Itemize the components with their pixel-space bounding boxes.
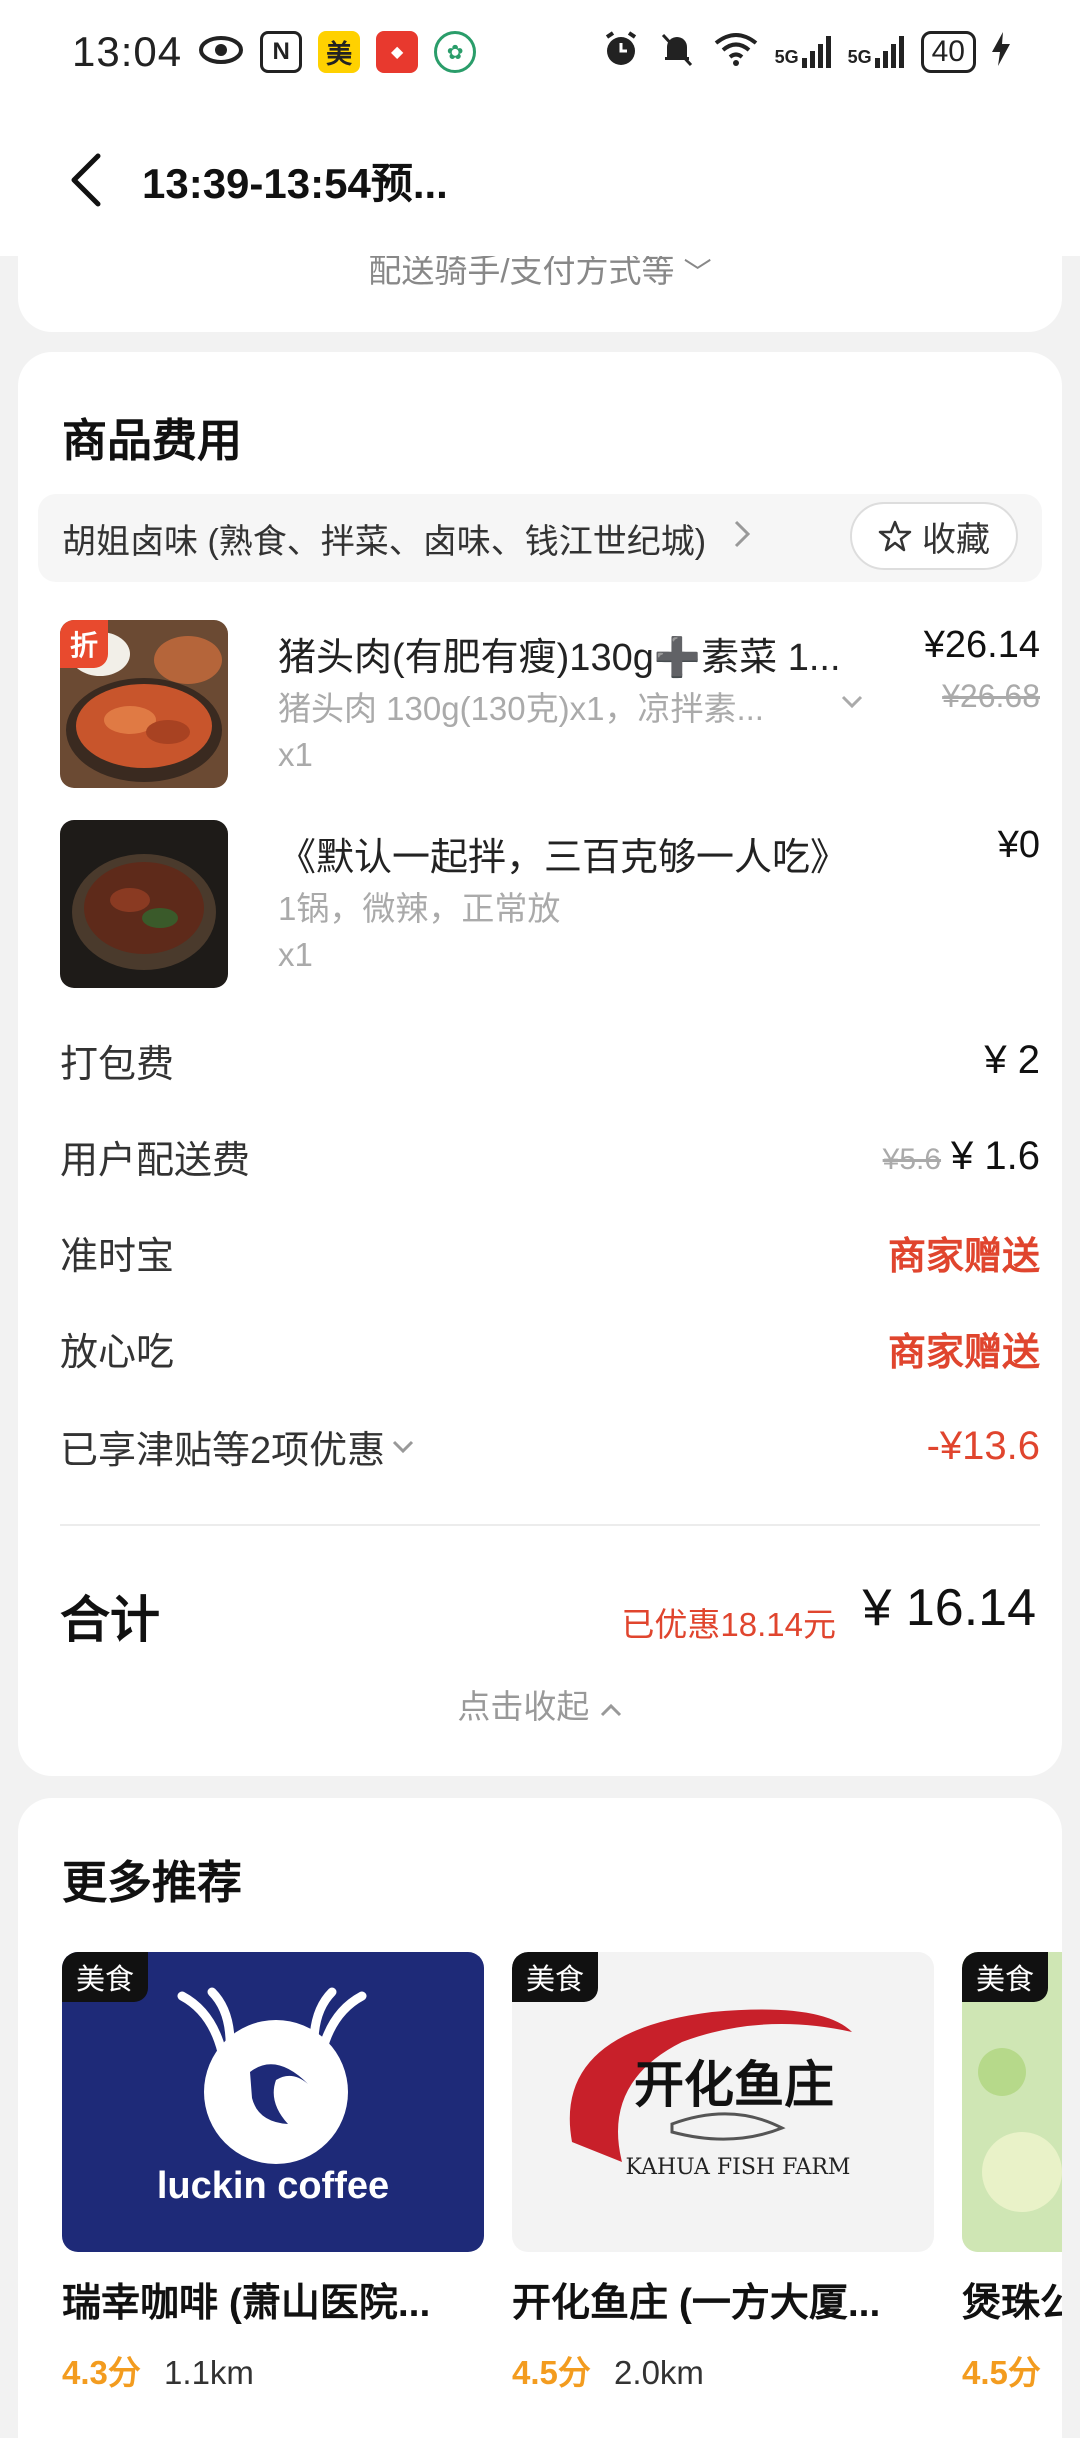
store-rating: 4.3分 (62, 2354, 141, 2391)
fish-farm-logo-subtext: KAHUA FISH FARM (626, 2155, 851, 2180)
packing-fee-label: 打包费 (60, 1043, 175, 1086)
store-rating: 4.5分 (962, 2354, 1041, 2391)
total-saved: 已优惠18.14元 (621, 1606, 836, 1643)
ontime-label: 准时宝 (60, 1235, 175, 1278)
collapse-label: 点击收起 (457, 1688, 590, 1725)
store-image: 美食 (962, 1952, 1062, 2252)
ontime-row: 准时宝 商家赠送 (60, 1222, 1040, 1282)
item-name: 《默认一起拌，三百克够一人吃》 (278, 837, 849, 879)
discount-value: -¥13.6 (926, 1423, 1040, 1468)
item-original-price: ¥26.68 (942, 678, 1040, 714)
total-value: ¥ 16.14 (862, 1579, 1037, 1637)
item-price: ¥0 (997, 824, 1040, 866)
store-name: 瑞幸咖啡 (萧山医院... (62, 2282, 431, 2325)
wifi-icon (713, 31, 759, 74)
shop-name: 胡姐卤味 (熟食、拌菜、卤味、钱江世纪城) (62, 522, 707, 561)
item-quantity: x1 (278, 736, 313, 773)
alarm-icon (601, 29, 641, 76)
store-rating: 4.5分 (512, 2354, 591, 2391)
store-meta: 4.5分 (962, 2346, 1062, 2394)
rider-payment-label: 配送骑手/支付方式等 (368, 252, 675, 289)
luckin-logo-text: luckin coffee (157, 2165, 389, 2207)
item-quantity: x1 (278, 936, 313, 973)
store-card[interactable]: 开化鱼庄 KAHUA FISH FARM 美食 开化鱼庄 (一方大厦... 4.… (512, 1952, 934, 2412)
store-meta: 4.5分 2.0km (512, 2346, 934, 2394)
delivery-fee-label: 用户配送费 (60, 1139, 251, 1182)
chevron-down-icon (391, 1429, 415, 1463)
section-title: 更多推荐 (62, 1857, 243, 1908)
delivery-fee-value: ¥ 1.6 (951, 1133, 1040, 1178)
meituan-icon: 美 (318, 31, 361, 73)
safe-eat-row: 放心吃 商家赠送 (60, 1318, 1040, 1378)
item-thumbnail (60, 820, 228, 988)
collapse-button[interactable]: 点击收起 (18, 1680, 1062, 1728)
page-title: 13:39-13:54预... (142, 159, 448, 207)
mute-icon (657, 29, 697, 76)
chevron-up-icon (599, 1688, 623, 1725)
food-tag: 美食 (62, 1952, 149, 2002)
shop-bar[interactable]: 胡姐卤味 (熟食、拌菜、卤味、钱江世纪城) 收藏 (38, 494, 1042, 582)
store-image: 开化鱼庄 KAHUA FISH FARM 美食 (512, 1952, 934, 2252)
discount-row[interactable]: 已享津贴等2项优惠 -¥13.6 (60, 1416, 1040, 1476)
food-tag: 美食 (512, 1952, 599, 2002)
favorite-label: 收藏 (922, 520, 990, 559)
item-price: ¥26.14 (923, 624, 1040, 666)
delivery-fee-original: ¥5.6 (882, 1142, 942, 1176)
news-icon: ◆ (376, 31, 419, 73)
fish-farm-logo-text: 开化鱼庄 (634, 2055, 834, 2114)
star-icon (878, 520, 912, 552)
leaf-icon: ✿ (434, 31, 477, 73)
safe-eat-label: 放心吃 (60, 1331, 175, 1374)
store-name: 煲珠公 (962, 2282, 1062, 2325)
packing-fee-value: ¥ 2 (984, 1037, 1040, 1082)
discount-label: 已享津贴等2项优惠 (60, 1429, 386, 1472)
eye-icon (198, 30, 244, 75)
ontime-value: 商家赠送 (887, 1235, 1040, 1278)
back-button[interactable] (56, 150, 116, 210)
store-card[interactable]: luckin coffee 美食 瑞幸咖啡 (萧山医院... 4.3分 1.1k… (62, 1952, 484, 2412)
item-spec: 1锅，微辣，正常放 (278, 890, 561, 927)
signal-5g-icon: 5G (775, 36, 832, 68)
discount-tag: 折 (60, 620, 108, 668)
status-time: 13:04 (72, 28, 183, 75)
food-tag: 美食 (962, 1952, 1049, 2002)
recommendations-card: 更多推荐 luckin coffee 美食 瑞幸咖啡 (萧山医院... 4.3分… (18, 1798, 1062, 2438)
signal-5g-icon: 5G (848, 36, 905, 68)
divider (60, 1524, 1040, 1526)
packing-fee-row: 打包费 ¥ 2 (60, 1030, 1040, 1090)
battery-indicator: 40 (920, 31, 976, 73)
delivery-fee-row: 用户配送费 ¥5.6 ¥ 1.6 (60, 1126, 1040, 1186)
nfc-icon: N (260, 31, 303, 73)
store-name: 开化鱼庄 (一方大厦... (512, 2282, 881, 2325)
status-bar: 13:04 N 美 ◆ ✿ 5G 5G 40 (0, 0, 1080, 104)
safe-eat-value: 商家赠送 (887, 1331, 1040, 1374)
store-card[interactable]: 美食 煲珠公 4.5分 (962, 1952, 1062, 2412)
total-label: 合计 (60, 1592, 160, 1648)
fee-card: 商品费用 胡姐卤味 (熟食、拌菜、卤味、钱江世纪城) 收藏 折 猪头肉(有肥有瘦… (18, 352, 1062, 1776)
favorite-button[interactable]: 收藏 (850, 502, 1018, 570)
back-arrow-icon (71, 153, 101, 207)
item-spec: 猪头肉 130g(130克)x1，凉拌素... (278, 690, 764, 727)
chevron-down-icon[interactable] (840, 686, 864, 717)
order-item[interactable]: 《默认一起拌，三百克够一人吃》 1锅，微辣，正常放 x1 ¥0 (60, 820, 1040, 990)
item-thumbnail: 折 (60, 620, 228, 788)
chevron-down-icon: ﹀ (683, 257, 712, 288)
store-meta: 4.3分 1.1km (62, 2346, 484, 2394)
chevron-right-icon (732, 518, 752, 559)
top-nav-bar: 13:39-13:54预... (0, 104, 1080, 256)
order-item[interactable]: 折 猪头肉(有肥有瘦)130g➕素菜 1... 猪头肉 130g(130克)x1… (60, 620, 1040, 790)
store-distance: 1.1km (164, 2354, 254, 2391)
section-title: 商品费用 (62, 415, 243, 466)
store-image: luckin coffee 美食 (62, 1952, 484, 2252)
item-name: 猪头肉(有肥有瘦)130g➕素菜 1... (278, 637, 841, 679)
store-distance: 2.0km (614, 2354, 704, 2391)
charging-icon (992, 31, 1010, 73)
